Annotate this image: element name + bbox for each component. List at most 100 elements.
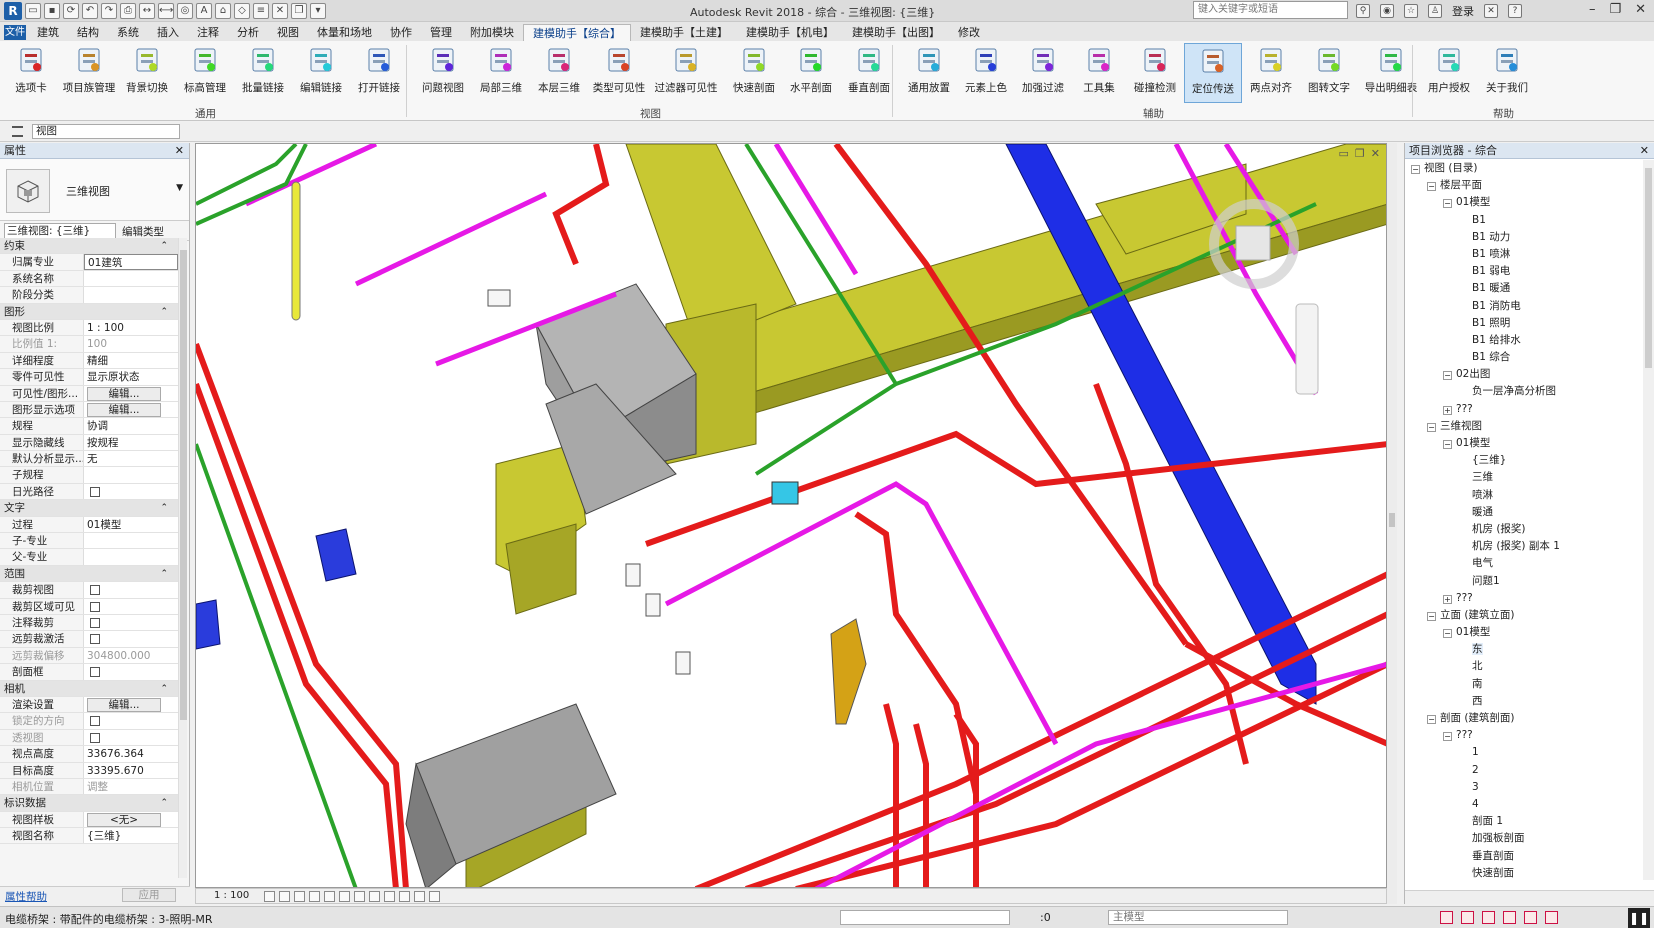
collapse-icon[interactable]: − <box>1427 422 1436 432</box>
restore-icon[interactable]: ❐ <box>1609 2 1621 17</box>
crop-view-icon[interactable] <box>339 891 350 902</box>
visual-style-icon[interactable] <box>279 891 290 902</box>
property-value-cell[interactable] <box>84 287 178 303</box>
browser-node[interactable]: B1 消防电 <box>1405 298 1643 315</box>
property-value-cell[interactable]: 33395.670 <box>84 762 178 778</box>
tab-13[interactable]: 建模助手【机电】 <box>737 24 843 41</box>
collapse-icon[interactable]: ⌃ <box>160 795 168 811</box>
collapse-icon[interactable]: ⌃ <box>160 681 168 697</box>
redo-icon[interactable]: ↷ <box>101 2 117 19</box>
collapse-icon[interactable]: ⌃ <box>160 500 168 516</box>
text-icon[interactable]: A <box>196 2 212 19</box>
filter-icon[interactable] <box>1545 911 1558 924</box>
close-icon[interactable]: ✕ <box>1635 2 1646 17</box>
browser-node[interactable]: 暖通 <box>1405 504 1643 521</box>
expand-icon[interactable]: + <box>1443 594 1452 604</box>
tab-11[interactable]: 建模助手【综合】 <box>523 24 631 41</box>
select-underlay-icon[interactable] <box>1461 911 1474 924</box>
tag-icon[interactable]: ◎ <box>177 2 193 19</box>
property-value-cell[interactable]: 显示原状态 <box>84 369 178 385</box>
collapse-icon[interactable]: − <box>1427 611 1436 621</box>
property-checkbox[interactable] <box>90 601 100 612</box>
show-crop-icon[interactable] <box>354 891 365 902</box>
3d-viewport[interactable]: ▭ ❐ ✕ <box>195 143 1387 888</box>
property-value-cell[interactable] <box>84 664 178 680</box>
browser-node[interactable]: 剖面 1 <box>1405 813 1643 830</box>
filter-visibility-button[interactable]: 过滤器可见性 <box>655 43 718 103</box>
switch-windows-icon[interactable]: ❐ <box>291 2 307 19</box>
browser-node[interactable]: B1 <box>1405 212 1643 229</box>
property-value-cell[interactable]: 编辑... <box>84 385 178 401</box>
browser-node[interactable]: 3 <box>1405 779 1643 796</box>
drag-elements-icon[interactable] <box>1524 911 1537 924</box>
property-value-cell[interactable] <box>84 582 178 598</box>
property-section-header[interactable]: 文字 ⌃ <box>0 500 178 517</box>
browser-node[interactable]: 东 <box>1405 641 1643 658</box>
general-place-button[interactable]: 通用放置 <box>900 43 958 103</box>
property-section-header[interactable]: 约束 ⌃ <box>0 238 178 255</box>
user-icon[interactable]: ♙ <box>1428 4 1442 18</box>
browser-node[interactable]: − 楼层平面 <box>1405 177 1643 194</box>
local-3d-button[interactable]: 局部三维 <box>472 43 530 103</box>
two-point-align-button[interactable]: 两点对齐 <box>1242 43 1300 103</box>
properties-help-link[interactable]: 属性帮助 <box>5 889 47 904</box>
collapse-icon[interactable]: − <box>1443 199 1452 209</box>
customize-qat-icon[interactable]: ▾ <box>310 2 326 19</box>
close-icon[interactable]: ✕ <box>175 143 184 158</box>
tab-7[interactable]: 体量和场地 <box>308 24 381 41</box>
login-link[interactable]: 登录 <box>1452 3 1474 19</box>
shadows-icon[interactable] <box>309 891 320 902</box>
browser-node[interactable]: −01模型 <box>1405 194 1643 211</box>
collapse-icon[interactable]: ⌃ <box>160 566 168 582</box>
subscription-icon[interactable]: ◉ <box>1380 4 1394 18</box>
open-link-button[interactable]: 打开链接 <box>350 43 408 103</box>
browser-node[interactable]: 2 <box>1405 762 1643 779</box>
browser-node[interactable]: 三维 <box>1405 469 1643 486</box>
browser-node[interactable]: 北 <box>1405 658 1643 675</box>
temp-hide-icon[interactable] <box>384 891 395 902</box>
horizontal-section-button[interactable]: 水平剖面 <box>782 43 840 103</box>
family-manager-button[interactable]: 项目族管理 <box>60 43 118 103</box>
tab-15[interactable]: 修改 <box>949 24 989 41</box>
browser-node[interactable]: B1 弱电 <box>1405 263 1643 280</box>
issue-view-button[interactable]: 问题视图 <box>414 43 472 103</box>
viewport-close-icon[interactable]: ✕ <box>1371 147 1380 160</box>
help-icon[interactable]: ? <box>1508 4 1522 18</box>
browser-node[interactable]: 南 <box>1405 676 1643 693</box>
property-section-header[interactable]: 相机 ⌃ <box>0 680 178 697</box>
browser-node[interactable]: −01模型 <box>1405 624 1643 641</box>
browser-node[interactable]: B1 给排水 <box>1405 332 1643 349</box>
worksharing-icon[interactable] <box>414 891 425 902</box>
lock-view-icon[interactable] <box>369 891 380 902</box>
view-select[interactable]: 视图 <box>32 124 180 139</box>
collapse-icon[interactable]: − <box>1411 165 1420 174</box>
exchange-icon[interactable]: ✕ <box>1484 4 1498 18</box>
tab-1[interactable]: 结构 <box>68 24 108 41</box>
browser-node[interactable]: 加强板剖面 <box>1405 830 1643 847</box>
browser-node[interactable]: 负一层净高分析图 <box>1405 383 1643 400</box>
browser-node[interactable]: 快速剖面 <box>1405 865 1643 882</box>
collapse-icon[interactable]: ⌃ <box>160 238 168 254</box>
select-by-face-icon[interactable] <box>1503 911 1516 924</box>
property-value-cell[interactable]: 33676.364 <box>84 746 178 762</box>
select-links-icon[interactable] <box>1440 911 1453 924</box>
tab-8[interactable]: 协作 <box>381 24 421 41</box>
image-to-text-button[interactable]: 图转文字 <box>1300 43 1358 103</box>
apply-button[interactable]: 应用 <box>122 888 176 902</box>
browser-node[interactable]: 电气 <box>1405 555 1643 572</box>
browser-node[interactable]: 4 <box>1405 796 1643 813</box>
browser-node[interactable]: 机房 (报奖) 副本 1 <box>1405 538 1643 555</box>
section-icon[interactable]: ◇ <box>234 2 250 19</box>
element-color-button[interactable]: 元素上色 <box>957 43 1015 103</box>
property-checkbox[interactable] <box>90 585 100 596</box>
viewport-minimize-icon[interactable]: ▭ <box>1339 147 1349 160</box>
enhanced-filter-button[interactable]: 加强过滤 <box>1014 43 1072 103</box>
quick-section-button[interactable]: 快速剖面 <box>725 43 783 103</box>
pause-icon[interactable]: ❚❚ <box>1628 908 1650 928</box>
property-value-cell[interactable]: 协调 <box>84 418 178 434</box>
sun-path-icon[interactable] <box>294 891 305 902</box>
collapse-icon[interactable]: − <box>1443 440 1452 449</box>
design-option-select[interactable]: 主模型 <box>1108 910 1288 925</box>
property-value-cell[interactable]: {三维} <box>84 828 178 844</box>
browser-scrollbar[interactable] <box>1643 160 1654 880</box>
